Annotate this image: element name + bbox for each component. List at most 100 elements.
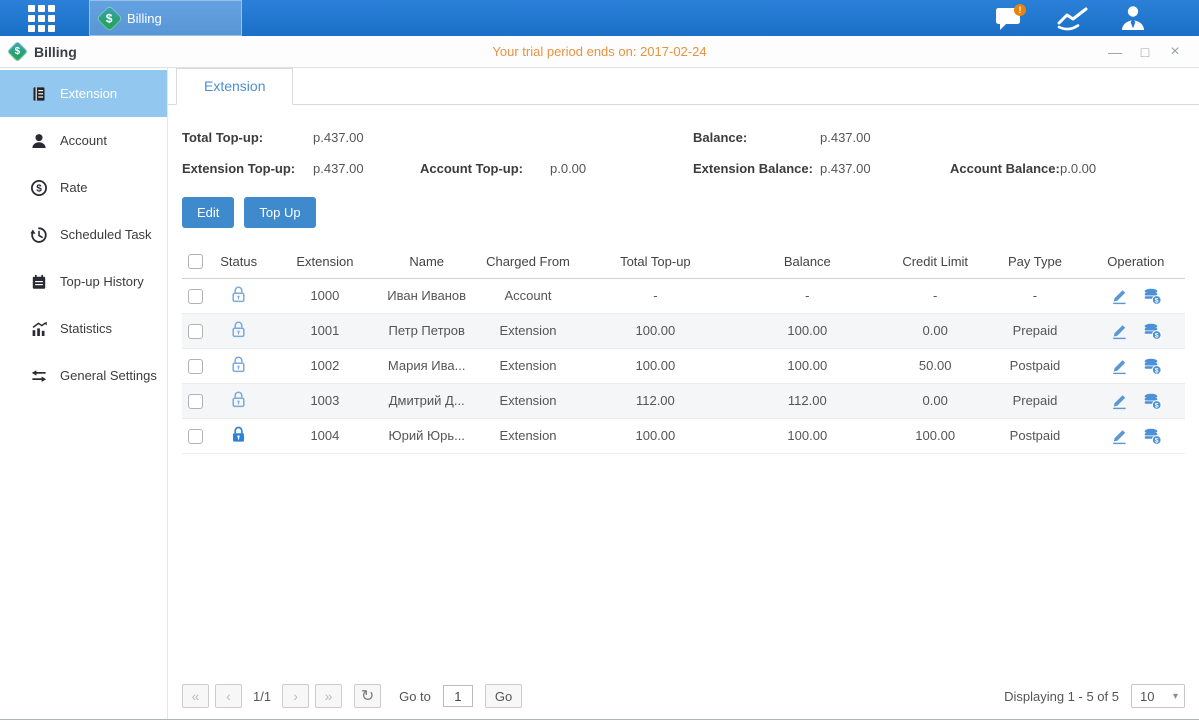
sidebar-item-extension[interactable]: Extension xyxy=(0,70,167,117)
edit-pencil-icon[interactable] xyxy=(1110,427,1128,445)
edit-pencil-icon[interactable] xyxy=(1110,392,1128,410)
edit-pencil-icon[interactable] xyxy=(1110,322,1128,340)
col-name: Name xyxy=(381,245,473,278)
cell-extension: 1002 xyxy=(269,348,380,383)
lock-open-icon[interactable] xyxy=(230,355,247,376)
billing-diamond-icon: $ xyxy=(7,41,28,62)
maximize-icon[interactable]: □ xyxy=(1137,45,1153,59)
notifications-icon[interactable]: ! xyxy=(993,3,1029,33)
taskbar-tab-billing[interactable]: $ Billing xyxy=(89,0,242,36)
sidebar-item-statistics[interactable]: Statistics xyxy=(0,305,167,352)
sidebar-item-label: Scheduled Task xyxy=(60,227,152,242)
tab-strip: Extension xyxy=(168,68,1199,105)
cell-extension: 1004 xyxy=(269,418,380,453)
dollar-circle-icon: $ xyxy=(30,179,48,197)
cell-balance: 100.00 xyxy=(728,313,887,348)
extension-table: Status Extension Name Charged From Total… xyxy=(182,245,1185,684)
prev-page-icon[interactable]: ‹ xyxy=(215,684,242,708)
sidebar-item-label: Top-up History xyxy=(60,274,144,289)
edit-pencil-icon[interactable] xyxy=(1110,357,1128,375)
pagination: « ‹ 1/1 › » ↻ Go to Go xyxy=(182,684,522,708)
cell-total-topup: 100.00 xyxy=(583,348,727,383)
cell-pay-type: Prepaid xyxy=(983,383,1086,418)
topup-coins-icon[interactable]: $ xyxy=(1143,392,1162,410)
col-total-topup: Total Top-up xyxy=(583,245,727,278)
go-button[interactable]: Go xyxy=(485,684,522,708)
account-topup-label: Account Top-up: xyxy=(420,161,550,176)
cell-charged-from: Extension xyxy=(473,348,583,383)
cell-total-topup: 100.00 xyxy=(583,418,727,453)
col-status: Status xyxy=(208,245,269,278)
extension-topup-value: p.437.00 xyxy=(313,161,420,176)
last-page-icon[interactable]: » xyxy=(315,684,342,708)
lock-open-icon[interactable] xyxy=(230,390,247,411)
account-balance-value: p.0.00 xyxy=(1060,161,1185,176)
sidebar-item-label: General Settings xyxy=(60,368,157,383)
minimize-icon[interactable]: — xyxy=(1107,45,1123,59)
displaying-text: Displaying 1 - 5 of 5 xyxy=(1004,689,1119,704)
topup-coins-icon[interactable]: $ xyxy=(1143,427,1162,445)
cell-extension: 1000 xyxy=(269,278,380,313)
balance-summary: Total Top-up: p.437.00 Balance: p.437.00… xyxy=(168,105,1199,184)
row-checkbox[interactable] xyxy=(188,289,203,304)
next-page-icon[interactable]: › xyxy=(282,684,309,708)
account-topup-value: p.0.00 xyxy=(550,161,693,176)
sidebar-item-label: Account xyxy=(60,133,107,148)
table-row: 1002 Мария Ива... Extension 100.00 100.0… xyxy=(182,348,1185,383)
sidebar-item-general-settings[interactable]: General Settings xyxy=(0,352,167,399)
edit-pencil-icon[interactable] xyxy=(1110,287,1128,305)
trial-message: Your trial period ends on: 2017-02-24 xyxy=(0,44,1199,59)
select-all-checkbox[interactable] xyxy=(188,254,203,269)
toolbar: Edit Top Up xyxy=(168,184,1199,228)
row-checkbox[interactable] xyxy=(188,324,203,339)
svg-text:!: ! xyxy=(1019,5,1022,15)
page-indicator: 1/1 xyxy=(253,689,271,704)
first-page-icon[interactable]: « xyxy=(182,684,209,708)
cell-charged-from: Extension xyxy=(473,418,583,453)
reports-chart-icon[interactable] xyxy=(1055,3,1091,33)
cell-credit-limit: 50.00 xyxy=(887,348,983,383)
svg-text:$: $ xyxy=(1155,332,1159,339)
sidebar-item-account[interactable]: Account xyxy=(0,117,167,164)
cell-total-topup: 112.00 xyxy=(583,383,727,418)
close-icon[interactable]: × xyxy=(1167,44,1183,60)
col-extension: Extension xyxy=(269,245,380,278)
topup-button[interactable]: Top Up xyxy=(244,197,315,228)
cell-name: Иван Иванов xyxy=(381,278,473,313)
table-footer: « ‹ 1/1 › » ↻ Go to Go Displaying 1 - 5 … xyxy=(168,684,1199,719)
topup-coins-icon[interactable]: $ xyxy=(1143,287,1162,305)
col-charged-from: Charged From xyxy=(473,245,583,278)
lock-open-icon[interactable] xyxy=(230,285,247,306)
user-account-icon[interactable] xyxy=(1117,3,1149,33)
cell-balance: 100.00 xyxy=(728,418,887,453)
row-checkbox[interactable] xyxy=(188,359,203,374)
row-checkbox[interactable] xyxy=(188,394,203,409)
edit-button[interactable]: Edit xyxy=(182,197,234,228)
lock-closed-icon[interactable] xyxy=(230,425,247,446)
sidebar-item-scheduled-task[interactable]: Scheduled Task xyxy=(0,211,167,258)
cell-total-topup: - xyxy=(583,278,727,313)
lock-open-icon[interactable] xyxy=(230,320,247,341)
row-checkbox[interactable] xyxy=(188,429,203,444)
topup-coins-icon[interactable]: $ xyxy=(1143,357,1162,375)
svg-text:$: $ xyxy=(36,183,42,194)
sidebar-item-label: Extension xyxy=(60,86,117,101)
topup-coins-icon[interactable]: $ xyxy=(1143,322,1162,340)
sidebar-item-topup-history[interactable]: Top-up History xyxy=(0,258,167,305)
tab-extension[interactable]: Extension xyxy=(176,68,293,105)
sidebar: Extension Account $ Rate xyxy=(0,68,168,719)
cell-charged-from: Extension xyxy=(473,313,583,348)
cell-pay-type: Postpaid xyxy=(983,418,1086,453)
window-titlebar: $ Billing Your trial period ends on: 201… xyxy=(0,36,1199,68)
cell-credit-limit: - xyxy=(887,278,983,313)
sidebar-item-rate[interactable]: $ Rate xyxy=(0,164,167,211)
goto-page-input[interactable] xyxy=(443,685,473,707)
cell-name: Дмитрий Д... xyxy=(381,383,473,418)
refresh-icon[interactable]: ↻ xyxy=(354,684,381,708)
bar-chart-trend-icon xyxy=(30,320,48,338)
cell-balance: 112.00 xyxy=(728,383,887,418)
extension-balance-value: p.437.00 xyxy=(820,161,950,176)
page-size-select[interactable]: 10 ▾ xyxy=(1131,684,1185,708)
app-launcher-icon[interactable] xyxy=(28,5,55,32)
cell-extension: 1003 xyxy=(269,383,380,418)
